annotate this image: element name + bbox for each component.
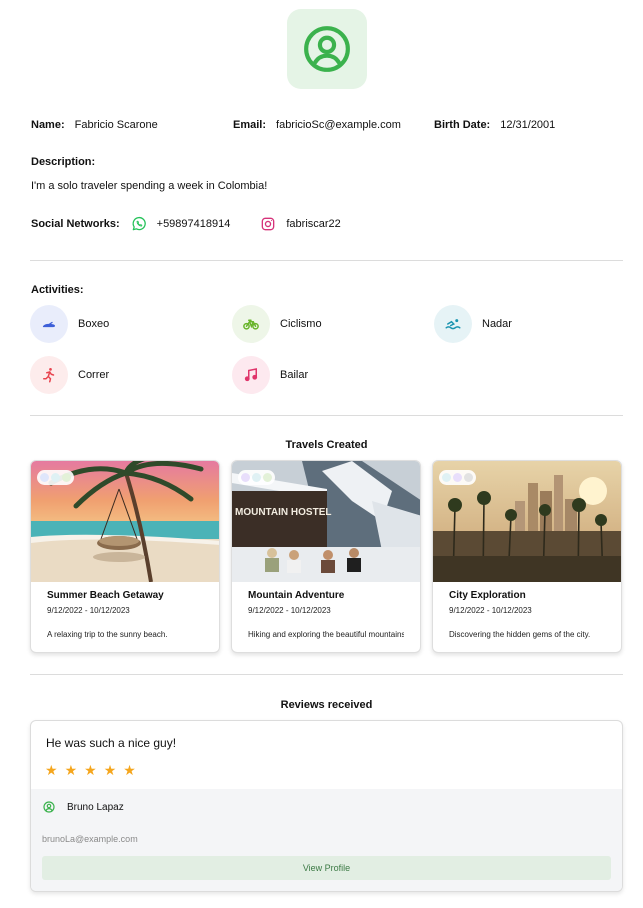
travel-dates: 9/12/2022 - 10/12/2023 — [449, 606, 532, 615]
activity-bailar: Bailar — [232, 356, 308, 394]
swimmer-icon — [434, 305, 472, 343]
social-label: Social Networks: — [31, 218, 120, 230]
travel-card[interactable]: Summer Beach Getaway 9/12/2022 - 10/12/2… — [30, 460, 220, 653]
star-icon: ★ — [123, 762, 136, 778]
rating-stars: ★ ★ ★ ★ ★ — [45, 762, 136, 779]
travel-image-beach — [31, 461, 219, 582]
activity-correr: Correr — [30, 356, 109, 394]
activity-boxeo: Boxeo — [30, 305, 109, 343]
travel-image-city — [433, 461, 621, 582]
travel-dates: 9/12/2022 - 10/12/2023 — [47, 606, 130, 615]
activity-badges — [238, 470, 275, 485]
sign-text: MOUNTAIN HOSTEL — [235, 507, 331, 518]
reviews-title: Reviews received — [280, 699, 373, 711]
star-icon: ★ — [64, 762, 78, 778]
travel-description: Discovering the hidden gems of the city. — [449, 630, 591, 639]
runner-icon — [30, 356, 68, 394]
activity-nadar: Nadar — [434, 305, 512, 343]
email-label: Email: — [233, 119, 267, 131]
birth-date-field: Birth Date: 12/31/2001 — [434, 119, 555, 131]
user-circle-icon — [43, 801, 55, 813]
name-value: Fabricio Scarone — [74, 119, 158, 131]
reviewer-name: Bruno Lapaz — [67, 801, 124, 813]
activities-label: Activities: — [31, 284, 84, 296]
reviewer-email: brunoLa@example.com — [42, 834, 138, 844]
bicycle-icon — [232, 305, 270, 343]
activity-label: Correr — [78, 369, 110, 381]
activity-label: Nadar — [482, 318, 512, 330]
travel-title: City Exploration — [449, 590, 526, 601]
view-profile-button[interactable]: View Profile — [42, 856, 611, 880]
activity-label: Ciclismo — [280, 318, 322, 330]
reviewer-info: Bruno Lapaz — [43, 801, 124, 813]
star-icon: ★ — [84, 762, 97, 778]
divider — [30, 415, 623, 416]
divider — [30, 260, 623, 261]
star-icon: ★ — [103, 762, 117, 778]
review-card: He was such a nice guy! ★ ★ ★ ★ ★ Bruno … — [30, 720, 623, 892]
email-value: fabricioSc@example.com — [276, 119, 401, 131]
activity-label: Bailar — [280, 369, 309, 381]
boxing-glove-icon — [30, 305, 68, 343]
activity-badges — [439, 470, 476, 485]
travel-description: A relaxing trip to the sunny beach. — [47, 630, 168, 639]
description-text: I'm a solo traveler spending a week in C… — [31, 180, 268, 192]
description-label: Description: — [31, 156, 96, 168]
review-footer: Bruno Lapaz brunoLa@example.com View Pro… — [31, 789, 622, 891]
instagram-icon[interactable] — [260, 216, 276, 232]
divider — [30, 674, 623, 675]
email-field: Email: fabricioSc@example.com — [233, 119, 401, 131]
travel-title: Mountain Adventure — [248, 590, 345, 601]
birth-date-label: Birth Date: — [434, 119, 491, 131]
name-field: Name: Fabricio Scarone — [31, 119, 158, 131]
name-label: Name: — [31, 119, 65, 131]
travel-dates: 9/12/2022 - 10/12/2023 — [248, 606, 331, 615]
user-circle-icon — [304, 26, 350, 72]
birth-date-value: 12/31/2001 — [500, 119, 556, 131]
activity-label: Boxeo — [78, 318, 110, 330]
music-note-icon — [232, 356, 270, 394]
travel-description: Hiking and exploring the beautiful mount… — [248, 630, 404, 639]
whatsapp-number[interactable]: +59897418914 — [157, 218, 231, 230]
travels-title: Travels Created — [285, 439, 368, 451]
star-icon: ★ — [45, 762, 58, 778]
travel-card[interactable]: City Exploration 9/12/2022 - 10/12/2023 … — [432, 460, 622, 653]
review-text: He was such a nice guy! — [46, 736, 177, 750]
whatsapp-icon[interactable] — [131, 216, 147, 232]
travel-image-mountain: MOUNTAIN HOSTEL — [232, 461, 420, 582]
travel-title: Summer Beach Getaway — [47, 590, 164, 601]
social-networks: Social Networks: +59897418914 fabriscar2… — [31, 216, 341, 232]
activity-ciclismo: Ciclismo — [232, 305, 322, 343]
svg-text:MOUNTAIN HOSTEL: MOUNTAIN HOSTEL — [235, 507, 331, 518]
activity-badges — [37, 470, 74, 485]
travel-card[interactable]: MOUNTAIN HOSTEL Mountain Adventure 9/12/… — [231, 460, 421, 653]
profile-info-row: Name: Fabricio Scarone Email: fabricioSc@e… — [31, 119, 623, 133]
instagram-handle[interactable]: fabriscar22 — [286, 218, 340, 230]
profile-avatar — [287, 9, 367, 89]
